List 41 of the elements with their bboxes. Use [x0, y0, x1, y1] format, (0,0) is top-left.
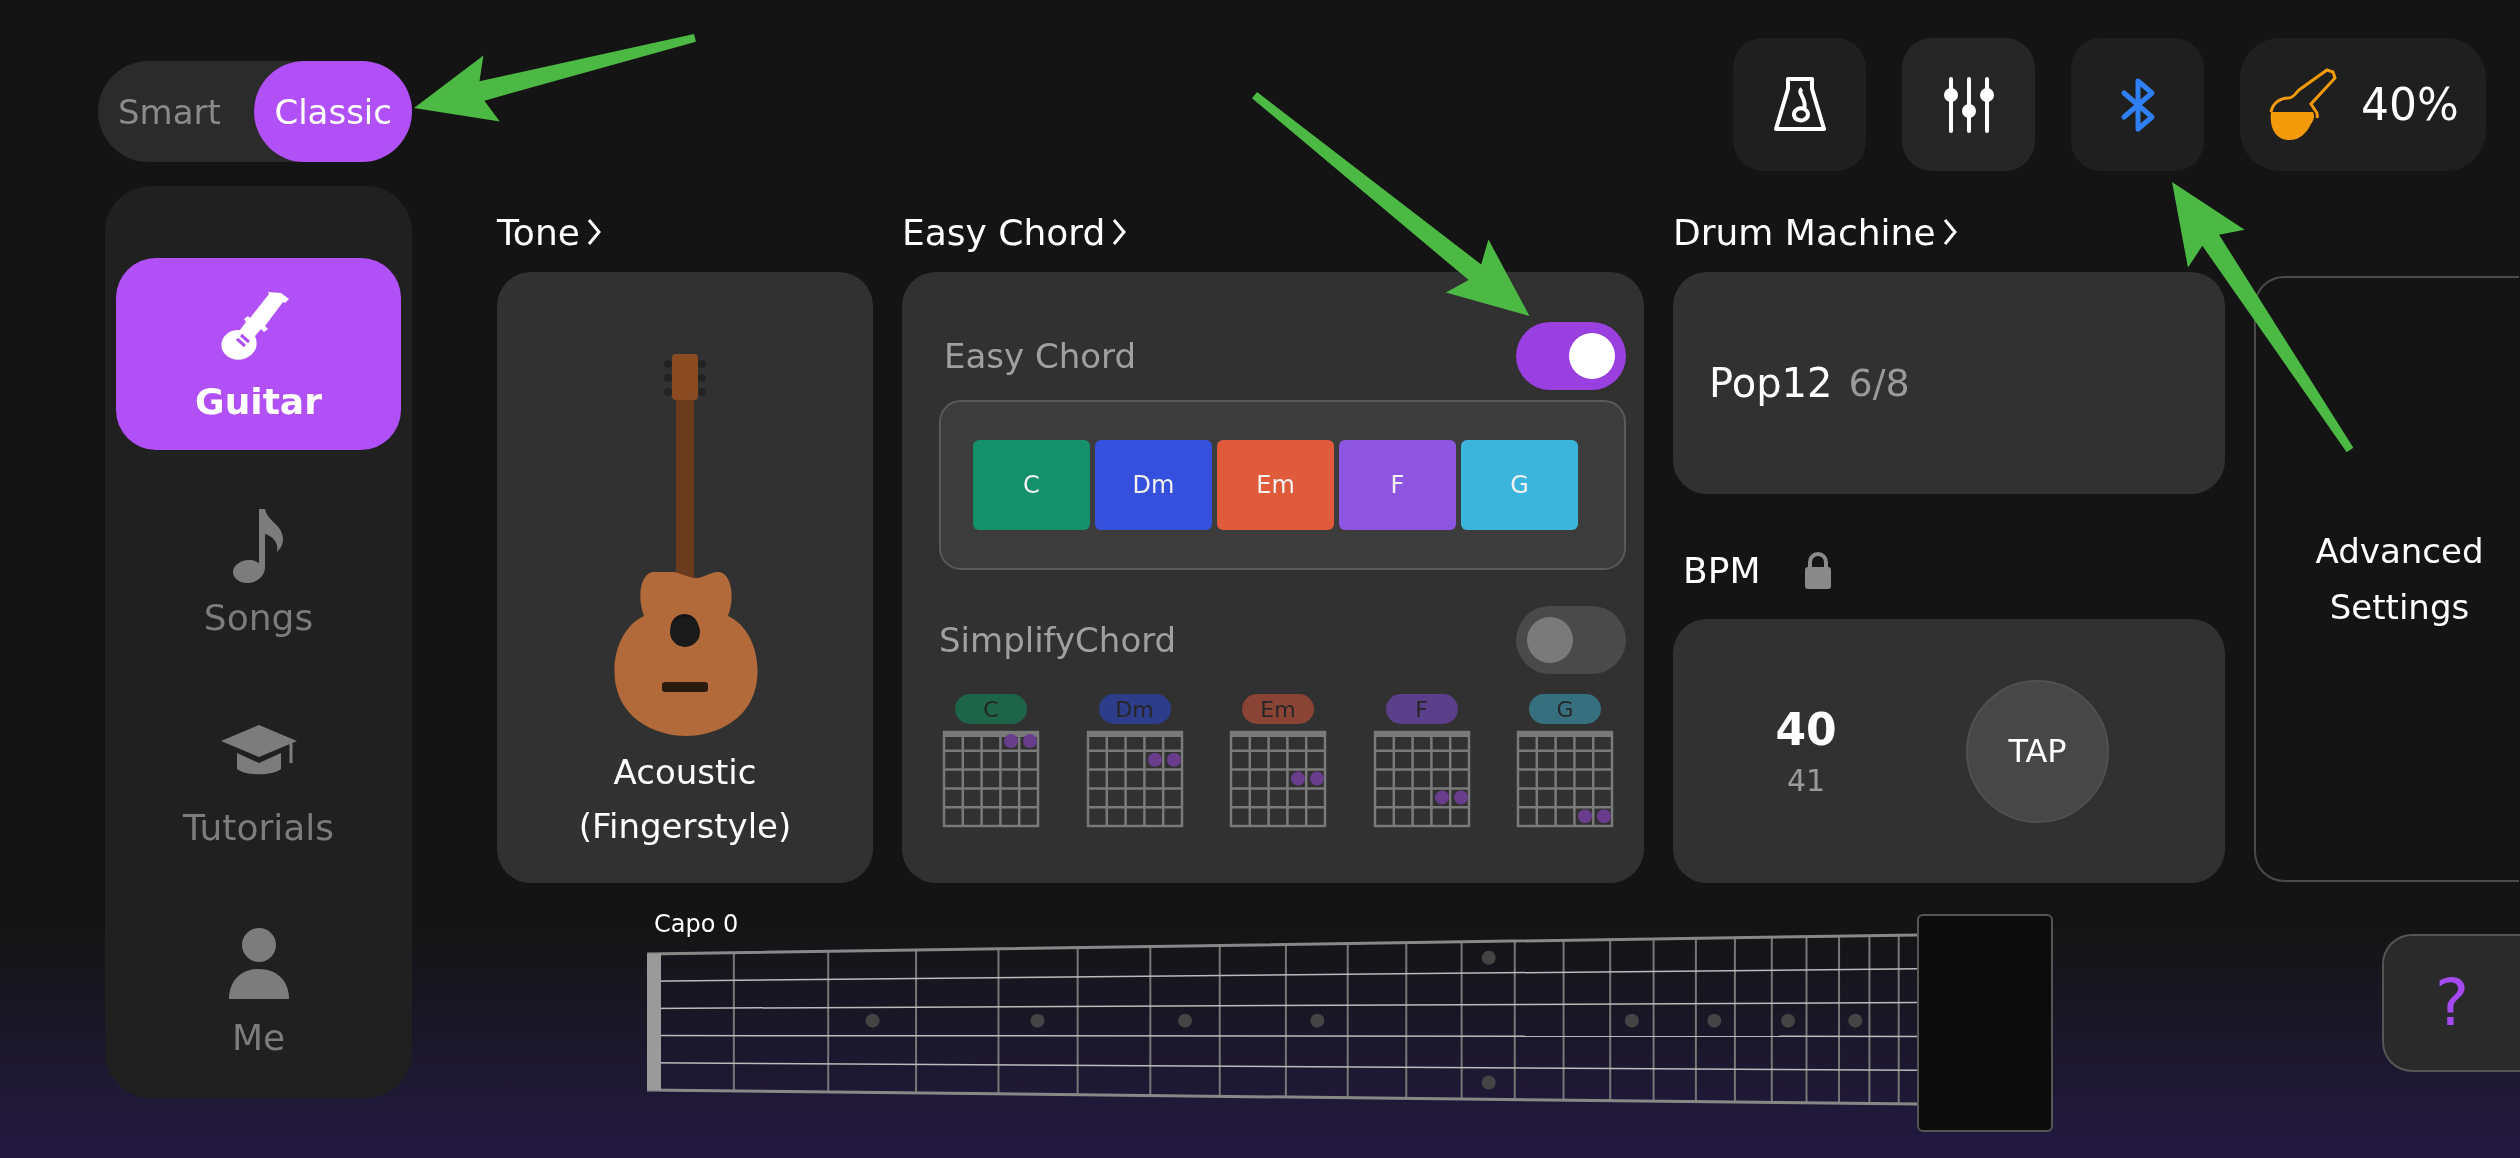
section-link[interactable]: Easy Chord — [902, 211, 1128, 253]
section-link[interactable]: Tone — [497, 211, 602, 253]
mode-option[interactable]: Classic — [254, 61, 412, 162]
pattern-name: Pop12 — [1709, 360, 1833, 406]
chord-name-tag: G — [1529, 694, 1601, 724]
chord-button[interactable]: G — [1461, 440, 1578, 530]
toolbar-button[interactable] — [1902, 38, 2035, 171]
chord-name-tag: Em — [1242, 694, 1314, 724]
sidebar-item[interactable]: Tutorials — [116, 690, 401, 870]
chevron-icon — [585, 217, 602, 247]
chevron-icon — [1941, 217, 1958, 247]
chord-button[interactable]: Dm — [1095, 440, 1212, 530]
instrument-name: Acoustic (Fingerstyle) — [577, 751, 793, 848]
chord-button[interactable]: F — [1339, 440, 1456, 530]
time-signature: 6/8 — [1848, 361, 1910, 405]
chord-name-tag: Dm — [1098, 694, 1171, 724]
setting-label: SimplifyChord — [939, 620, 1177, 660]
capo-label: Capo 0 — [654, 910, 739, 938]
bpm-label: BPM — [1683, 549, 1761, 591]
chord-name-tag: C — [955, 694, 1027, 724]
chord-button[interactable]: C — [973, 440, 1090, 530]
section-link[interactable]: Drum Machine — [1673, 211, 1958, 253]
chord-button[interactable]: Em — [1217, 440, 1334, 530]
mode-option[interactable]: Smart — [98, 61, 241, 162]
mode-toggle[interactable]: Smart Classic — [98, 61, 412, 162]
chord-name-tag: F — [1385, 694, 1458, 724]
setting-label: Easy Chord — [944, 336, 1136, 376]
lock-icon[interactable] — [1804, 550, 1833, 590]
sidebar-item[interactable]: Me — [116, 900, 401, 1080]
sidebar-item[interactable]: Guitar — [116, 258, 401, 450]
tone-card[interactable]: Acoustic (Fingerstyle) — [497, 272, 873, 883]
bpm-next-value: 41 — [1786, 763, 1826, 798]
drum-pattern-card[interactable]: Pop12 6/8 — [1673, 272, 2225, 494]
toolbar-button[interactable] — [1733, 38, 1866, 171]
help-button[interactable]: ? — [2382, 934, 2520, 1072]
battery-percentage: 40% — [2361, 79, 2459, 130]
sidebar-item[interactable]: Songs — [116, 480, 401, 660]
chevron-icon — [1111, 217, 1128, 247]
bpm-value: 40 — [1775, 704, 1837, 755]
tap-button[interactable]: TAP — [1966, 679, 2109, 823]
advanced-settings-label: Advanced Settings — [2314, 530, 2485, 629]
